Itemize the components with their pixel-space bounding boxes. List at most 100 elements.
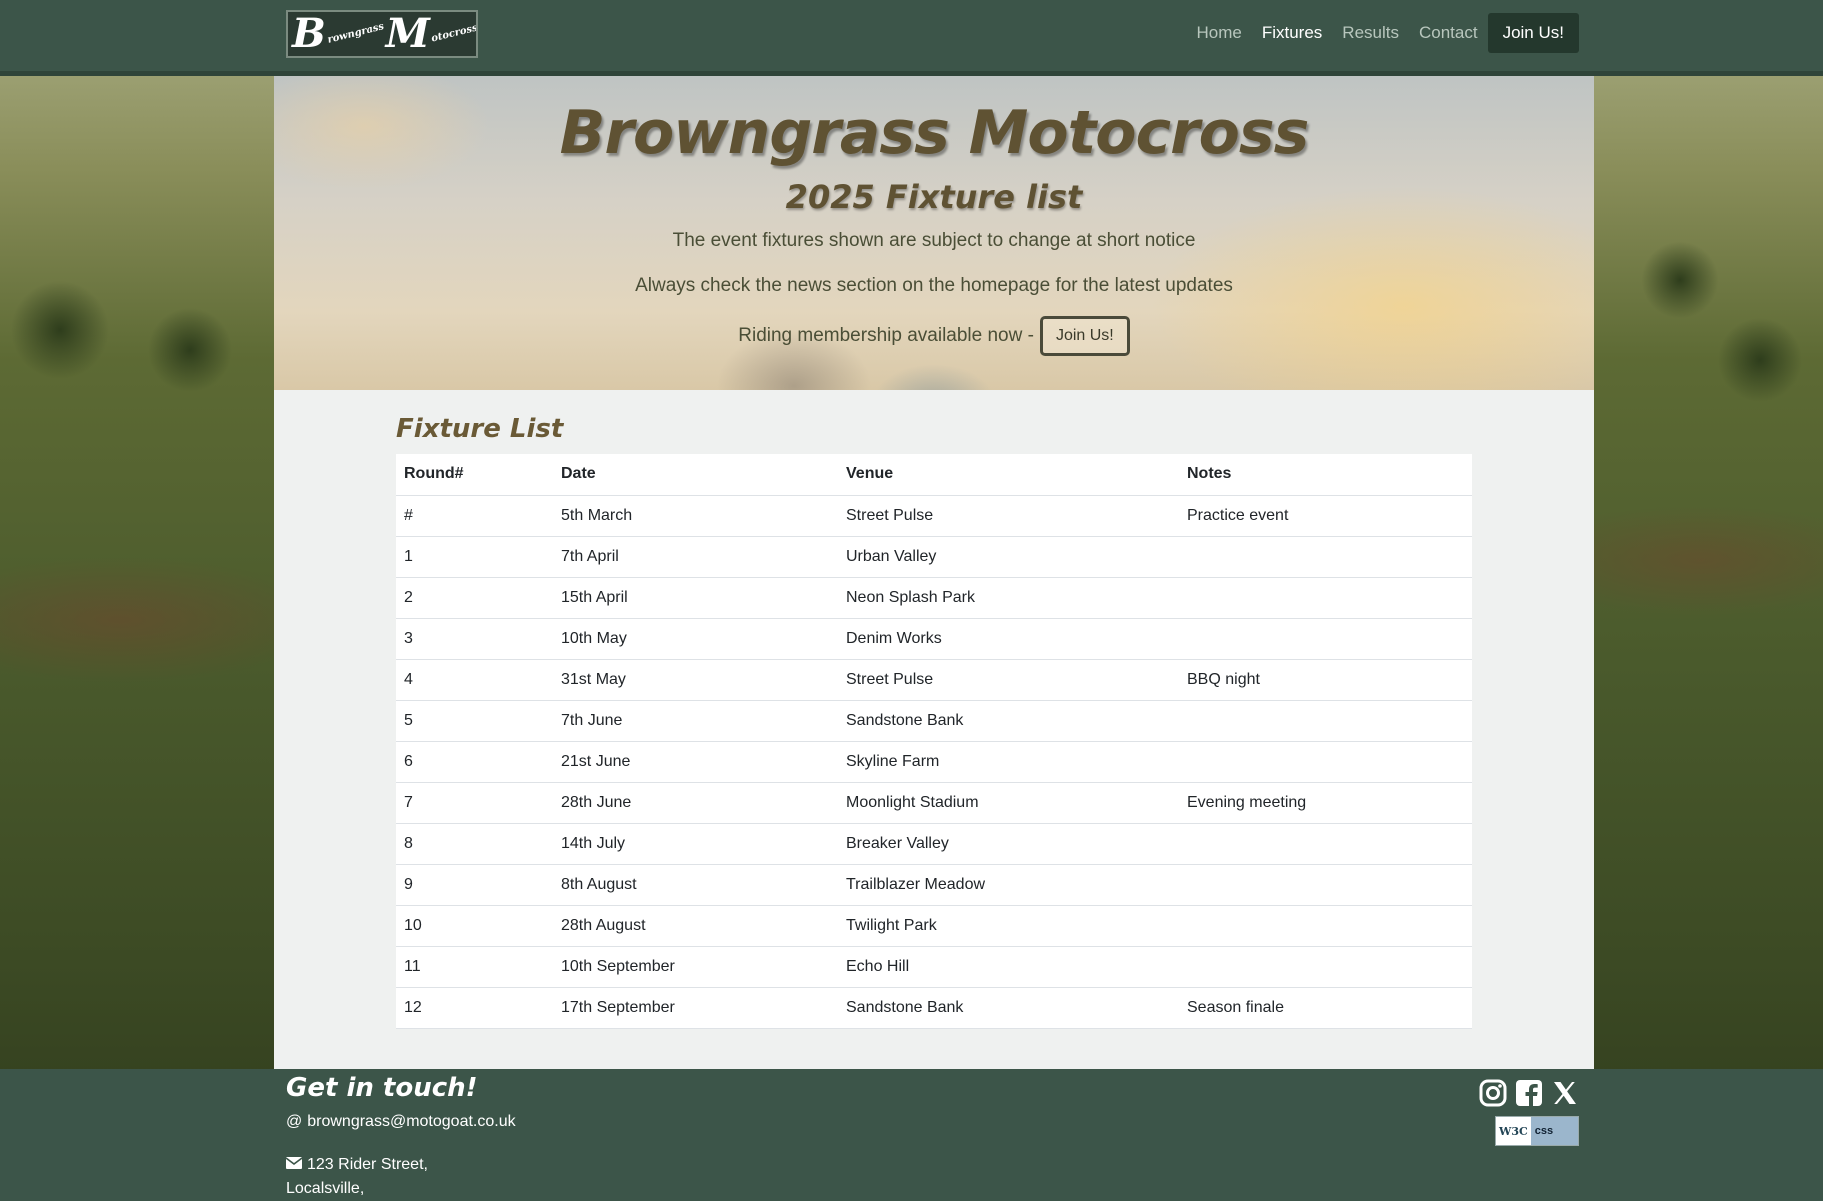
table-row: 6 21st June Skyline Farm [396,741,1472,783]
round-cell: # [396,495,553,537]
venue-cell: Street Pulse [838,495,1179,537]
date-cell: 8th August [553,864,838,906]
venue-cell: Echo Hill [838,946,1179,988]
site-logo[interactable]: B rowngrass M otocross C lub [286,10,478,58]
hero-news-note: Always check the news section on the hom… [635,275,1233,296]
header-date: Date [553,454,838,496]
round-cell: 6 [396,741,553,783]
date-cell: 28th June [553,782,838,824]
main-content: Fixture List Round# Date Venue Notes #5t… [274,390,1594,1069]
footer: Get in touch! @ browngrass@motogoat.co.u… [0,1069,1823,1201]
nav-links: Home Fixtures Results Contact Join Us! [1186,13,1579,53]
hero-subtitle: 2025 Fixture list [785,178,1083,216]
round-cell: 1 [396,536,553,578]
hero-membership: Riding membership available now - Join U… [274,316,1594,356]
address-line-1: 123 Rider Street, [307,1156,428,1173]
notes-cell [1179,741,1472,783]
date-cell: 14th July [553,823,838,865]
notes-cell [1179,700,1472,742]
logo-word-otocross: otocross [430,22,478,45]
notes-cell [1179,577,1472,619]
date-cell: 15th April [553,577,838,619]
venue-cell: Sandstone Bank [838,987,1179,1029]
venue-cell: Denim Works [838,618,1179,660]
table-row: 10 28th August Twilight Park [396,905,1472,947]
date-cell: 28th August [553,905,838,947]
round-cell: 5 [396,700,553,742]
email-link[interactable]: browngrass@motogoat.co.uk [307,1113,515,1131]
logo-letter-m: M [385,10,430,57]
notes-cell: BBQ night [1179,659,1472,701]
table-row: 8 14th July Breaker Valley [396,823,1472,865]
table-row: 9 8th August Trailblazer Meadow [396,864,1472,906]
round-cell: 8 [396,823,553,865]
venue-cell: Street Pulse [838,659,1179,701]
hero-join-button[interactable]: Join Us! [1039,316,1130,356]
venue-cell: Skyline Farm [838,741,1179,783]
date-cell: 17th September [553,987,838,1029]
venue-cell: Twilight Park [838,905,1179,947]
notes-cell [1179,618,1472,660]
hero-banner: Browngrass Motocross 2025 Fixture list T… [274,76,1594,390]
envelope-icon [285,1153,303,1177]
table-row: 3 10th May Denim Works [396,618,1472,660]
table-row: 7 28th June Moonlight Stadium Evening meeti… [396,782,1472,824]
fixtures-table: Round# Date Venue Notes #5th March Street… [396,454,1472,1029]
notes-cell [1179,905,1472,947]
table-row: 4 31st May Street Pulse BBQ night [396,659,1472,701]
logo-letter-b: B [292,10,326,57]
venue-cell: Neon Splash Park [838,577,1179,619]
venue-cell: Sandstone Bank [838,700,1179,742]
table-row: 1 7th April Urban Valley [396,536,1472,578]
notes-cell [1179,823,1472,865]
round-cell: 12 [396,987,553,1029]
round-cell: 4 [396,659,553,701]
fixture-list-title: Fixture List [396,414,564,444]
round-cell: 9 [396,864,553,906]
notes-cell: Season finale [1179,987,1472,1029]
table-row: 11 10th September Echo Hill [396,946,1472,988]
at-icon: @ [286,1113,303,1130]
date-cell: 31st May [553,659,838,701]
date-cell: 10th September [553,946,838,988]
nav-link-contact[interactable]: Contact [1419,23,1478,43]
venue-cell: Moonlight Stadium [838,782,1179,824]
nav-link-fixtures[interactable]: Fixtures [1262,23,1322,43]
header-venue: Venue [838,454,1179,496]
round-cell: 7 [396,782,553,824]
table-row: 2 15th April Neon Splash Park [396,577,1472,619]
header-notes: Notes [1179,454,1472,496]
address-line-2: Localsville, [286,1180,365,1197]
notes-cell [1179,946,1472,988]
navbar: B rowngrass M otocross C lub Home Fixtur… [0,0,1823,76]
notes-cell [1179,864,1472,906]
x-icon[interactable] [1551,1079,1579,1107]
round-cell: 11 [396,946,553,988]
hero-notice: The event fixtures shown are subject to … [672,230,1196,251]
membership-text: Riding membership available now - [738,325,1034,346]
table-row: 12 17th September Sandstone Bank Season fin… [396,987,1472,1029]
round-cell: 3 [396,618,553,660]
nav-link-home[interactable]: Home [1196,23,1241,43]
footer-title: Get in touch! [286,1073,478,1103]
facebook-icon[interactable] [1515,1079,1543,1107]
date-cell: 7th April [553,536,838,578]
table-row: #5th March Street Pulse Practice event [396,495,1472,537]
social-links [1479,1079,1579,1107]
badge-css-text: css [1530,1117,1578,1145]
w3c-css-badge[interactable]: W3C css [1495,1116,1579,1146]
hero-title: Browngrass Motocross [559,98,1310,168]
instagram-icon[interactable] [1479,1079,1507,1107]
date-cell: 7th June [553,700,838,742]
table-header-row: Round# Date Venue Notes [396,454,1472,496]
nav-link-results[interactable]: Results [1342,23,1399,43]
date-cell: 5th March [553,495,838,537]
date-cell: 10th May [553,618,838,660]
footer-email: @ browngrass@motogoat.co.uk [286,1113,516,1131]
table-row: 5 7th June Sandstone Bank [396,700,1472,742]
header-round: Round# [396,454,553,496]
venue-cell: Urban Valley [838,536,1179,578]
date-cell: 21st June [553,741,838,783]
nav-join-button[interactable]: Join Us! [1487,13,1579,53]
logo-word-rowngrass: rowngrass [326,21,385,46]
